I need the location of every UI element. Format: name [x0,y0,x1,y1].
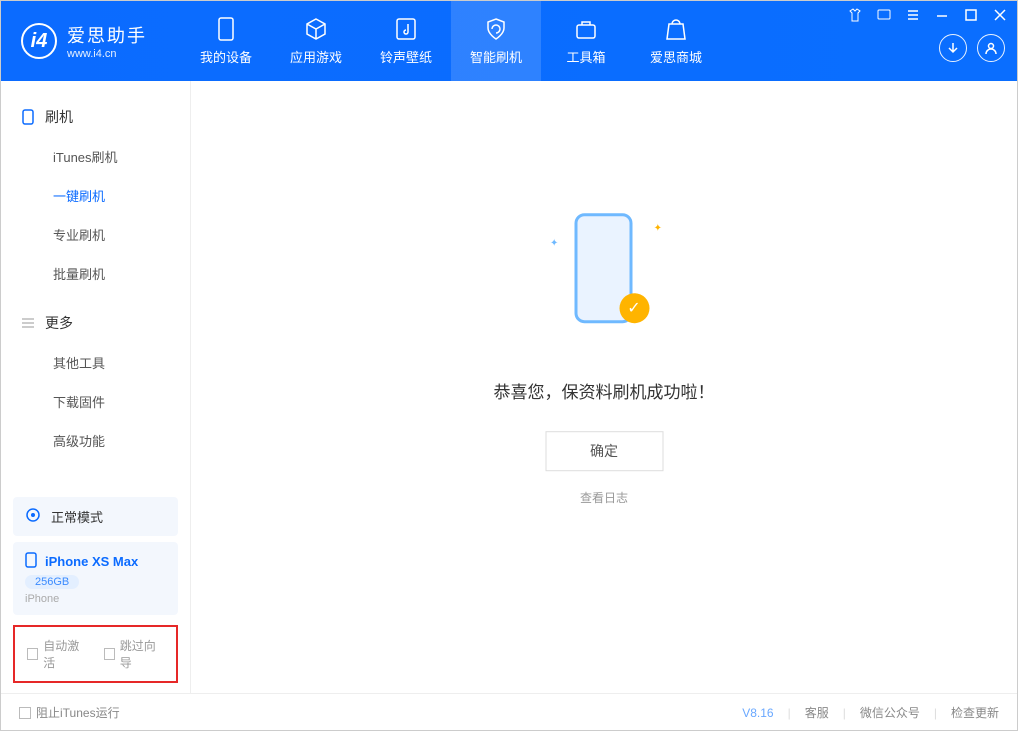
nav-label: 爱思商城 [650,47,702,66]
view-log-link[interactable]: 查看日志 [580,489,628,506]
options-row: 自动激活 跳过向导 [13,625,178,683]
download-icon[interactable] [939,34,967,62]
nav-my-device[interactable]: 我的设备 [181,1,271,81]
section-title: 刷机 [45,107,73,127]
bag-icon [664,17,688,41]
sidebar-item-batch-flash[interactable]: 批量刷机 [1,254,190,293]
footer-link-update[interactable]: 检查更新 [951,704,999,721]
main-content: ✦ ✦ ✓ 恭喜您，保资料刷机成功啦！ 确定 查看日志 [191,81,1017,693]
refresh-shield-icon [484,17,508,41]
device-type: iPhone [25,593,166,605]
success-message: 恭喜您，保资料刷机成功啦！ [494,378,715,403]
sidebar-item-pro-flash[interactable]: 专业刷机 [1,215,190,254]
nav-ringtone-wallpaper[interactable]: 铃声壁纸 [361,1,451,81]
statusbar: 阻止iTunes运行 V8.16 | 客服 | 微信公众号 | 检查更新 [1,693,1017,731]
sidebar: 刷机 iTunes刷机 一键刷机 专业刷机 批量刷机 更多 其他工具 下载固件 … [1,81,191,693]
app-logo: i4 爱思助手 www.i4.cn [1,1,181,81]
check-icon: ✓ [619,293,649,323]
sidebar-section-flash: 刷机 [1,99,190,137]
device-mode[interactable]: 正常模式 [13,497,178,536]
list-icon [21,316,35,330]
app-url: www.i4.cn [67,48,147,60]
version-label: V8.16 [742,706,773,720]
block-itunes-label: 阻止iTunes运行 [36,704,120,721]
window-controls [837,1,1017,81]
menu-icon[interactable] [905,7,920,22]
nav-label: 铃声壁纸 [380,47,432,66]
footer-link-support[interactable]: 客服 [805,704,829,721]
section-title: 更多 [45,313,73,333]
sidebar-item-advanced[interactable]: 高级功能 [1,421,190,460]
checkbox-skip-guide[interactable]: 跳过向导 [104,637,165,671]
device-name: iPhone XS Max [45,554,138,569]
phone-icon [21,110,35,124]
nav-label: 智能刷机 [470,47,522,66]
music-file-icon [394,17,418,41]
nav-label: 应用游戏 [290,47,342,66]
nav-apps-games[interactable]: 应用游戏 [271,1,361,81]
maximize-icon[interactable] [963,7,978,22]
feedback-icon[interactable] [876,7,891,22]
cube-icon [304,17,328,41]
sparkle-icon: ✦ [550,238,558,249]
sidebar-item-download-firmware[interactable]: 下载固件 [1,382,190,421]
sidebar-item-oneclick-flash[interactable]: 一键刷机 [1,176,190,215]
user-icon[interactable] [977,34,1005,62]
sidebar-item-itunes-flash[interactable]: iTunes刷机 [1,137,190,176]
sidebar-item-other-tools[interactable]: 其他工具 [1,343,190,382]
nav-toolbox[interactable]: 工具箱 [541,1,631,81]
titlebar: i4 爱思助手 www.i4.cn 我的设备 应用游戏 铃声壁纸 智能刷机 工具… [1,1,1017,81]
nav-store[interactable]: 爱思商城 [631,1,721,81]
ok-button[interactable]: 确定 [545,431,663,471]
nav-label: 我的设备 [200,47,252,66]
checkbox-auto-activate[interactable]: 自动激活 [27,637,88,671]
top-nav: 我的设备 应用游戏 铃声壁纸 智能刷机 工具箱 爱思商城 [181,1,721,81]
phone-small-icon [25,552,37,571]
logo-icon: i4 [21,23,57,59]
nav-smart-flash[interactable]: 智能刷机 [451,1,541,81]
sidebar-section-more: 更多 [1,305,190,343]
success-illustration: ✦ ✦ ✓ [544,208,664,348]
storage-badge: 256GB [25,575,79,589]
toolbox-icon [574,17,598,41]
sparkle-icon: ✦ [654,223,662,234]
mode-status-icon [25,507,41,526]
minimize-icon[interactable] [934,7,949,22]
close-icon[interactable] [992,7,1007,22]
tshirt-icon[interactable] [847,7,862,22]
opt-label: 自动激活 [43,637,87,671]
device-info[interactable]: iPhone XS Max 256GB iPhone [13,542,178,615]
app-name: 爱思助手 [67,22,147,48]
device-icon [214,17,238,41]
checkbox-block-itunes[interactable]: 阻止iTunes运行 [19,704,120,721]
mode-label: 正常模式 [51,507,103,526]
nav-label: 工具箱 [566,47,605,66]
opt-label: 跳过向导 [120,637,164,671]
footer-link-wechat[interactable]: 微信公众号 [860,704,920,721]
